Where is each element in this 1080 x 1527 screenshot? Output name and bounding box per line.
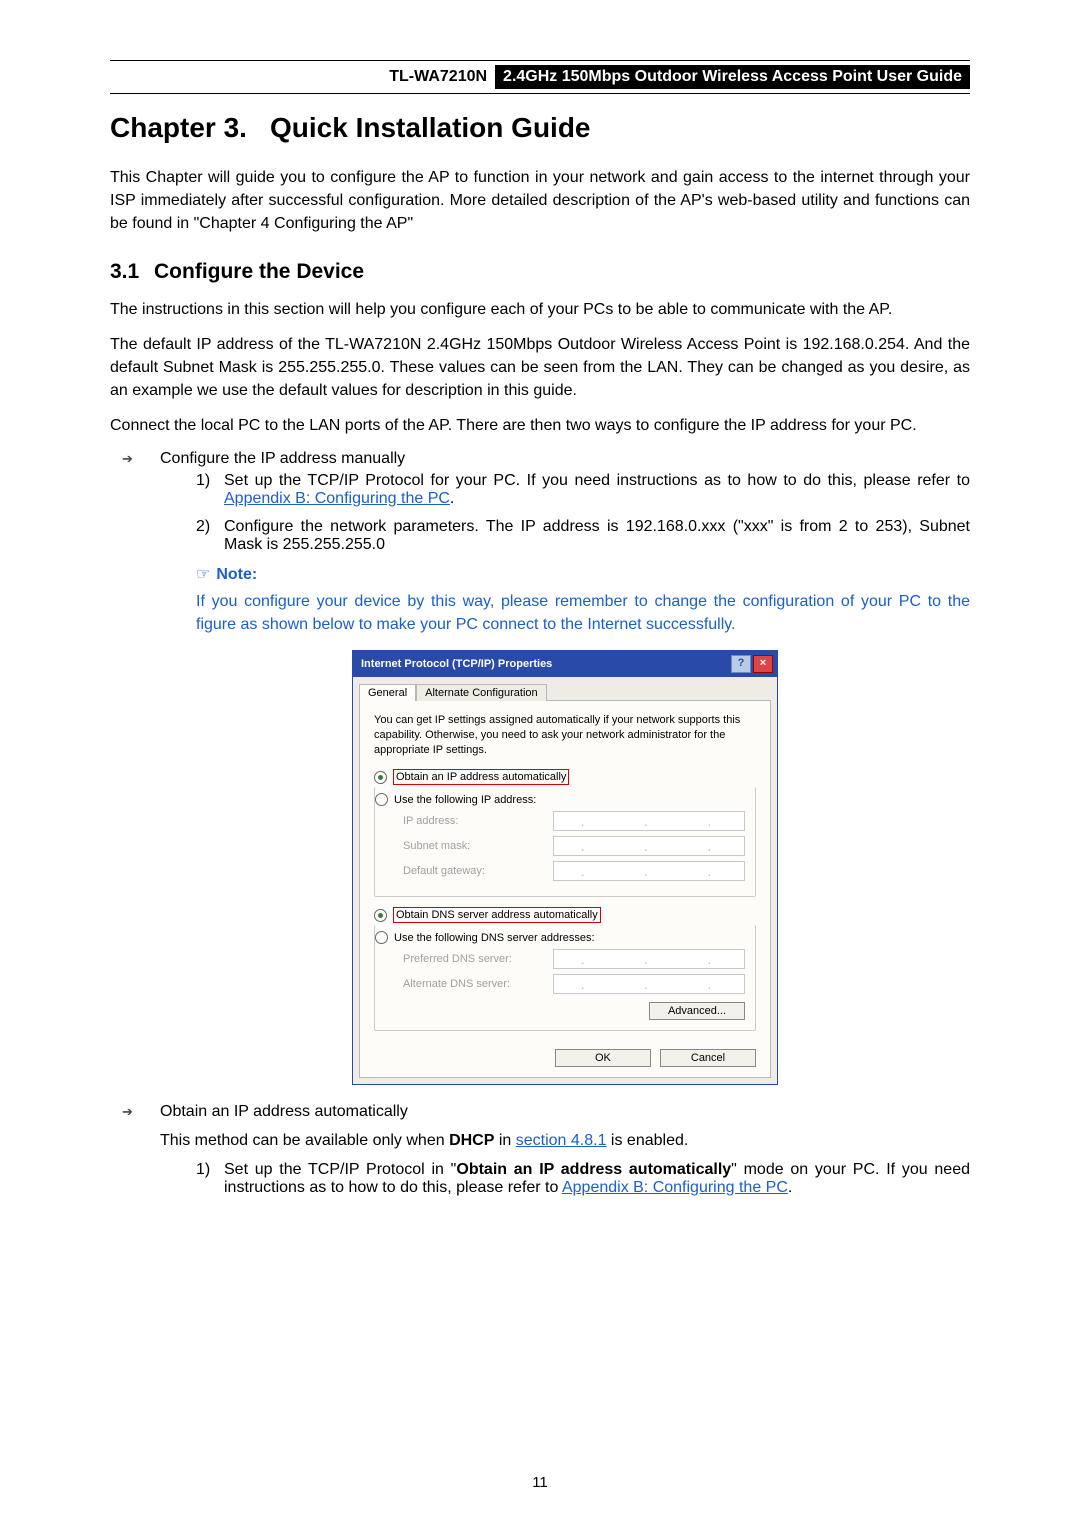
field-default-gateway: Default gateway: ... bbox=[403, 861, 745, 881]
step-text: . bbox=[788, 1179, 792, 1196]
dialog-title: Internet Protocol (TCP/IP) Properties bbox=[361, 658, 729, 670]
gateway-input[interactable]: ... bbox=[553, 861, 745, 881]
field-label: Subnet mask: bbox=[403, 840, 553, 852]
step-number: 1) bbox=[196, 1161, 210, 1179]
radio-use-ip[interactable]: Use the following IP address: bbox=[375, 793, 745, 806]
body-paragraph: Connect the local PC to the LAN ports of… bbox=[110, 414, 970, 437]
dialog-title-bar: Internet Protocol (TCP/IP) Properties ? … bbox=[353, 651, 777, 677]
advanced-button[interactable]: Advanced... bbox=[649, 1002, 745, 1020]
appendix-link[interactable]: Appendix B: Configuring the PC bbox=[562, 1179, 788, 1196]
radio-obtain-ip-auto[interactable]: Obtain an IP address automatically bbox=[374, 769, 756, 785]
radio-label: Obtain DNS server address automatically bbox=[393, 907, 601, 923]
list-item: 1) Set up the TCP/IP Protocol for your P… bbox=[196, 472, 970, 508]
list-item: Obtain an IP address automatically This … bbox=[122, 1103, 970, 1196]
tcpip-properties-dialog: Internet Protocol (TCP/IP) Properties ? … bbox=[352, 650, 778, 1086]
help-icon[interactable]: ? bbox=[731, 655, 751, 673]
step-text: . bbox=[450, 490, 454, 507]
tab-general[interactable]: General bbox=[359, 684, 416, 701]
cancel-button[interactable]: Cancel bbox=[660, 1049, 756, 1067]
section-heading: 3.1Configure the Device bbox=[110, 260, 970, 284]
field-label: Preferred DNS server: bbox=[403, 953, 553, 965]
mask-input[interactable]: ... bbox=[553, 836, 745, 856]
radio-obtain-dns-auto[interactable]: Obtain DNS server address automatically bbox=[374, 907, 756, 923]
field-preferred-dns: Preferred DNS server: ... bbox=[403, 949, 745, 969]
step-text: Set up the TCP/IP Protocol for your PC. … bbox=[224, 472, 970, 489]
chapter-heading: Chapter 3.Quick Installation Guide bbox=[110, 112, 970, 144]
section-link[interactable]: section 4.8.1 bbox=[516, 1132, 607, 1149]
note-text: If you configure your device by this way… bbox=[196, 590, 970, 636]
list-item: 1) Set up the TCP/IP Protocol in "Obtain… bbox=[196, 1161, 970, 1197]
close-icon[interactable]: × bbox=[753, 655, 773, 673]
note-label: Note: bbox=[216, 566, 257, 583]
field-subnet-mask: Subnet mask: ... bbox=[403, 836, 745, 856]
appendix-link[interactable]: Appendix B: Configuring the PC bbox=[224, 490, 450, 507]
list-item: Configure the IP address manually 1) Set… bbox=[122, 450, 970, 1086]
field-ip-address: IP address: ... bbox=[403, 811, 745, 831]
page-header: TL-WA7210N2.4GHz 150Mbps Outdoor Wireles… bbox=[110, 60, 970, 94]
intro-paragraph: This Chapter will guide you to configure… bbox=[110, 166, 970, 236]
step-text: Set up the TCP/IP Protocol in " bbox=[224, 1161, 456, 1178]
radio-icon bbox=[375, 793, 388, 806]
note-block: ☞ Note: If you configure your device by t… bbox=[196, 564, 970, 636]
dialog-tabs: GeneralAlternate Configuration bbox=[353, 677, 777, 700]
chapter-number: Chapter 3. bbox=[110, 112, 270, 144]
radio-icon bbox=[374, 771, 387, 784]
page-number: 11 bbox=[0, 1474, 1080, 1491]
body-paragraph: The default IP address of the TL-WA7210N… bbox=[110, 333, 970, 403]
radio-label: Use the following DNS server addresses: bbox=[394, 932, 595, 944]
dhcp-bold: DHCP bbox=[449, 1132, 494, 1149]
list-item: 2) Configure the network parameters. The… bbox=[196, 518, 970, 554]
section-title-text: Configure the Device bbox=[154, 260, 364, 283]
radio-icon bbox=[375, 931, 388, 944]
ok-button[interactable]: OK bbox=[555, 1049, 651, 1067]
radio-icon bbox=[374, 909, 387, 922]
field-label: Default gateway: bbox=[403, 865, 553, 877]
ip-input[interactable]: ... bbox=[553, 811, 745, 831]
field-alternate-dns: Alternate DNS server: ... bbox=[403, 974, 745, 994]
list-item-label: Configure the IP address manually bbox=[160, 450, 405, 467]
radio-label: Obtain an IP address automatically bbox=[393, 769, 569, 785]
radio-use-dns[interactable]: Use the following DNS server addresses: bbox=[375, 931, 745, 944]
step-number: 2) bbox=[196, 518, 210, 536]
step-text: Configure the network parameters. The IP… bbox=[224, 518, 970, 553]
model-description: 2.4GHz 150Mbps Outdoor Wireless Access P… bbox=[495, 65, 970, 89]
tab-alternate[interactable]: Alternate Configuration bbox=[416, 684, 547, 701]
section-number: 3.1 bbox=[110, 260, 154, 284]
body-paragraph: This method can be available only when D… bbox=[160, 1129, 970, 1152]
dialog-description: You can get IP settings assigned automat… bbox=[374, 713, 756, 758]
pdns-input[interactable]: ... bbox=[553, 949, 745, 969]
adns-input[interactable]: ... bbox=[553, 974, 745, 994]
step-number: 1) bbox=[196, 472, 210, 490]
model-number: TL-WA7210N bbox=[381, 65, 495, 88]
field-label: IP address: bbox=[403, 815, 553, 827]
body-paragraph: The instructions in this section will he… bbox=[110, 298, 970, 321]
list-item-label: Obtain an IP address automatically bbox=[160, 1103, 408, 1120]
chapter-title-text: Quick Installation Guide bbox=[270, 112, 591, 143]
note-icon: ☞ bbox=[196, 566, 210, 583]
radio-label: Use the following IP address: bbox=[394, 794, 536, 806]
step-bold: Obtain an IP address automatically bbox=[456, 1161, 731, 1178]
field-label: Alternate DNS server: bbox=[403, 978, 553, 990]
